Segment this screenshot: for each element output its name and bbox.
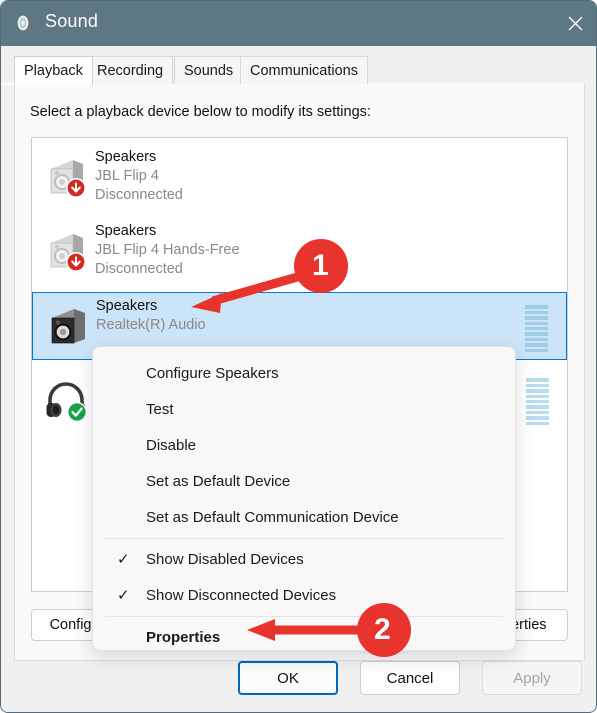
device-name: Speakers — [95, 149, 157, 165]
menu-item-show-disabled-devices[interactable]: ✓ Show Disabled Devices — [93, 541, 515, 577]
speaker-disconnected-icon — [43, 155, 89, 201]
speaker-disconnected-icon — [43, 229, 89, 275]
list-item[interactable]: Speakers JBL Flip 4 Disconnected — [32, 144, 567, 212]
tab-communications[interactable]: Communications — [240, 56, 368, 84]
tab-recording[interactable]: Recording — [87, 56, 174, 84]
menu-separator — [105, 538, 503, 539]
close-icon[interactable] — [552, 1, 596, 46]
speaker-icon — [44, 304, 90, 350]
ok-button[interactable]: OK — [238, 661, 338, 695]
tab-sounds-label: Sounds — [184, 62, 234, 79]
apply-button-label: Apply — [513, 669, 551, 687]
volume-meter — [525, 302, 548, 352]
annotation-badge-1-number: 1 — [312, 249, 329, 282]
cancel-button-label: Cancel — [386, 669, 434, 687]
device-subtitle: Realtek(R) Audio — [96, 317, 206, 333]
menu-item-label: Set as Default Communication Device — [146, 508, 399, 526]
menu-item-configure-speakers[interactable]: Configure Speakers — [93, 355, 515, 391]
device-name: Speakers — [96, 298, 158, 314]
context-menu[interactable]: Configure Speakers Test Disable Set as D… — [92, 346, 516, 651]
title-bar: Sound — [1, 1, 596, 46]
tab-communications-label: Communications — [250, 62, 358, 79]
tab-strip: Playback Recording Sounds Communications — [14, 56, 585, 85]
device-subtitle: JBL Flip 4 Hands-Free — [95, 242, 240, 258]
menu-item-label: Set as Default Device — [146, 472, 291, 490]
window-title: Sound — [45, 11, 99, 31]
menu-item-label: Show Disabled Devices — [146, 550, 304, 568]
device-name: Speakers — [95, 223, 157, 239]
menu-item-set-as-default-device[interactable]: Set as Default Device — [93, 463, 515, 499]
speaker-icon — [15, 13, 35, 33]
menu-item-label: Configure Speakers — [146, 364, 279, 382]
sound-dialog-window: Sound Playback Recording Sounds Communic… — [0, 0, 597, 713]
menu-item-label: Properties — [146, 628, 221, 646]
volume-meter — [526, 375, 549, 425]
menu-item-label: Disable — [146, 436, 197, 454]
list-item[interactable]: Speakers JBL Flip 4 Hands-Free Disconnec… — [32, 218, 567, 286]
tab-playback-label: Playback — [24, 63, 83, 79]
tab-recording-label: Recording — [97, 62, 164, 79]
menu-item-disable[interactable]: Disable — [93, 427, 515, 463]
check-icon: ✓ — [117, 587, 130, 604]
instruction-label: Select a playback device below to modify… — [30, 104, 371, 120]
menu-item-label: Show Disconnected Devices — [146, 586, 337, 604]
tab-sounds[interactable]: Sounds — [174, 56, 244, 84]
menu-item-show-disconnected-devices[interactable]: ✓ Show Disconnected Devices — [93, 577, 515, 613]
ok-button-label: OK — [277, 669, 299, 687]
apply-button[interactable]: Apply — [482, 661, 582, 695]
tab-playback[interactable]: Playback — [14, 56, 93, 85]
menu-item-test[interactable]: Test — [93, 391, 515, 427]
device-status: Disconnected — [95, 261, 183, 277]
headphones-default-icon — [43, 377, 89, 423]
annotation-badge-2-number: 2 — [374, 613, 391, 646]
menu-item-label: Test — [146, 400, 174, 418]
device-subtitle: JBL Flip 4 — [95, 168, 159, 184]
cancel-button[interactable]: Cancel — [360, 661, 460, 695]
menu-item-set-as-default-communication-device[interactable]: Set as Default Communication Device — [93, 499, 515, 535]
menu-separator — [105, 616, 503, 617]
check-icon: ✓ — [117, 551, 130, 568]
menu-item-properties[interactable]: Properties — [93, 619, 515, 650]
device-status: Disconnected — [95, 187, 183, 203]
